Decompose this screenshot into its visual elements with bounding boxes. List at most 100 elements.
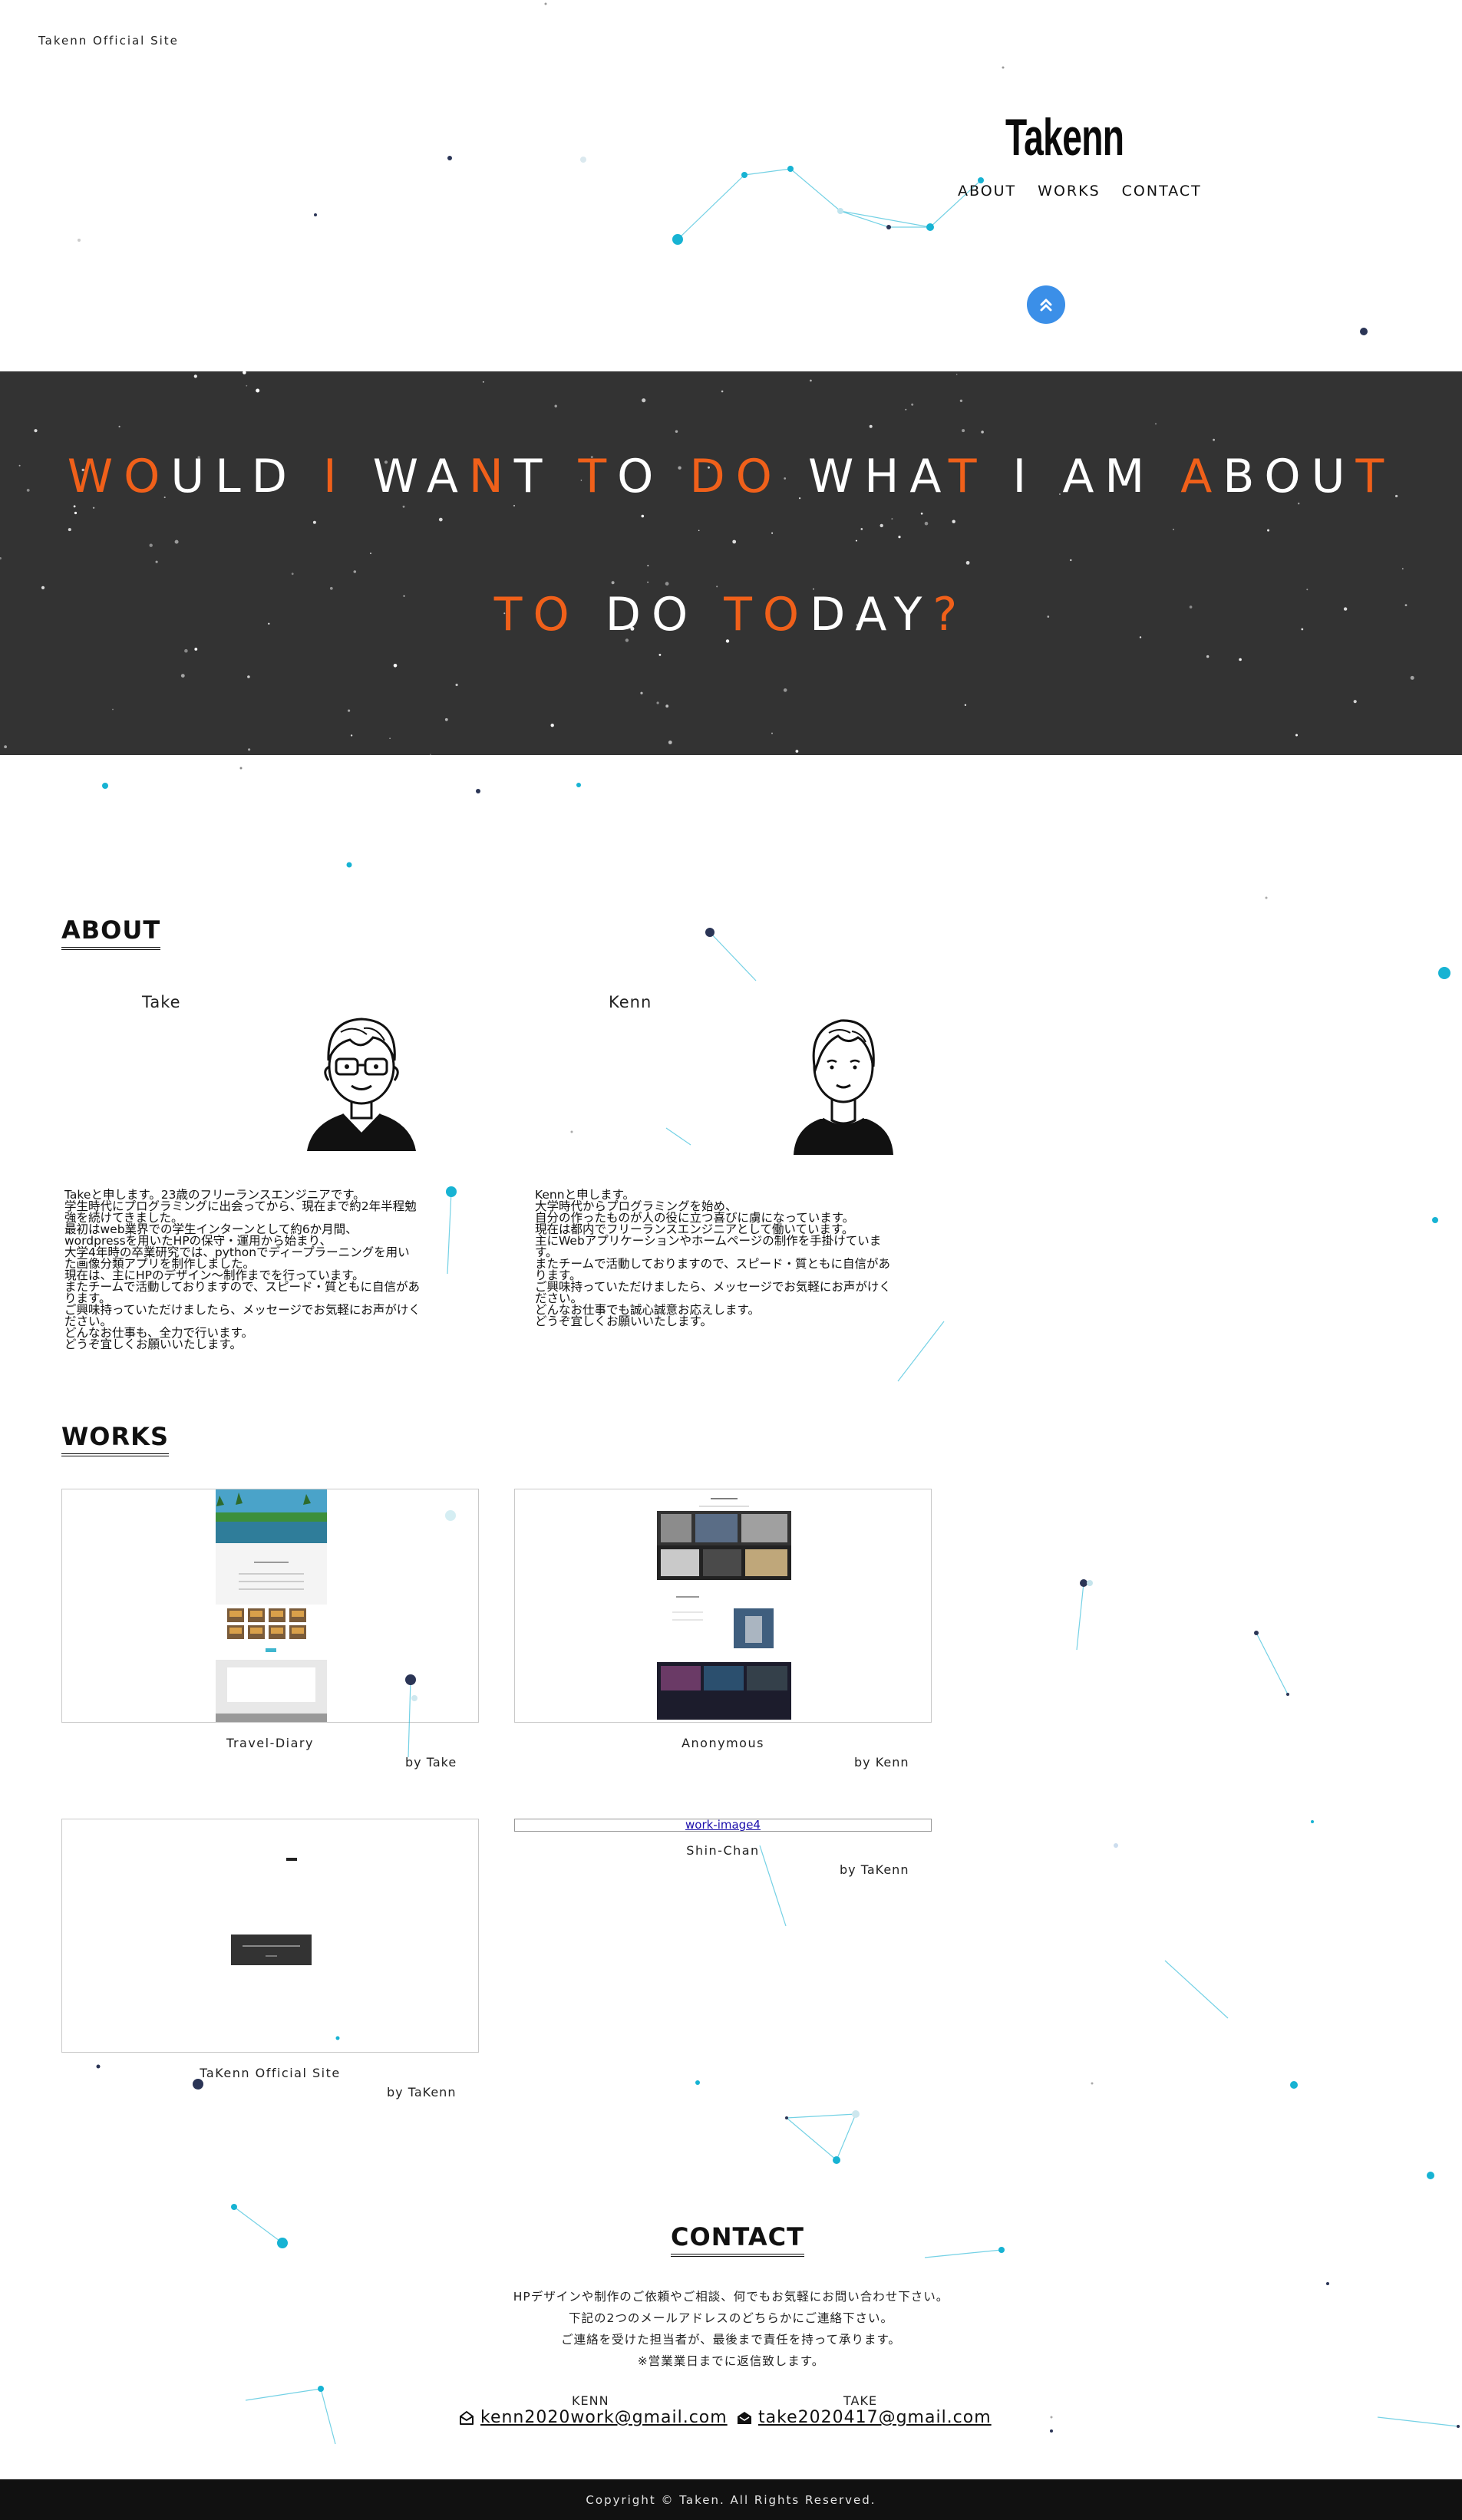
particle-dot [277, 2238, 288, 2248]
star [1239, 658, 1242, 661]
star [118, 425, 120, 427]
hero-letter: O [1264, 450, 1312, 503]
particle-dot [231, 2204, 237, 2210]
star [611, 581, 615, 585]
nav-contact[interactable]: CONTACT [1122, 183, 1202, 200]
star [1410, 675, 1414, 680]
hero-letter [987, 450, 1012, 503]
particle-dot [476, 789, 480, 793]
star [312, 520, 316, 524]
work-image-link[interactable]: work-image4 [685, 1818, 761, 1832]
star [911, 403, 914, 406]
site-logo[interactable]: Takenn [1005, 107, 1144, 170]
logo-text: Takenn [1005, 108, 1124, 167]
star [149, 543, 153, 547]
star [430, 754, 431, 755]
particle-dot [580, 157, 586, 163]
hero-letter: I [1012, 450, 1038, 503]
star [891, 518, 893, 520]
hero-letter: T [948, 450, 988, 503]
particle-dot [78, 239, 81, 242]
star [869, 424, 873, 428]
star [1295, 734, 1298, 737]
star [920, 513, 923, 515]
hero-letter: T [724, 588, 763, 642]
particle-dot [1326, 2282, 1329, 2285]
star [964, 704, 967, 706]
hero-letter: Y [893, 588, 933, 642]
star [455, 683, 458, 687]
particle-dot [1002, 66, 1005, 69]
work-card-travel-diary[interactable] [61, 1489, 479, 1723]
particle-dot [1438, 967, 1450, 979]
hero-letter: O [762, 588, 810, 642]
particle-dot [102, 783, 108, 789]
star [698, 529, 700, 532]
star [0, 557, 2, 560]
work-thumbnail-takenn-official-site [231, 1858, 312, 1965]
hero-letter [348, 450, 373, 503]
hero-letter: T [493, 588, 533, 642]
star [389, 737, 391, 739]
work-author-anonymous: by Kenn [854, 1755, 909, 1770]
particle-dot [1050, 2416, 1053, 2419]
hero-letter: A [1062, 450, 1105, 503]
contact-email-kenn[interactable]: kenn2020work@gmail.com [459, 2408, 728, 2427]
contact-line: ご連絡を受けた担当者が、最後まで責任を持って承ります。 [561, 2333, 901, 2347]
take-profile-text: Takeと申します。23歳のフリーランスエンジニアです。 学生時代にプログラミン… [64, 1188, 421, 1351]
contact-line: ※営業業日までに返信致します。 [637, 2354, 825, 2368]
hero-letter: O [124, 450, 171, 503]
copyright-text: Copyright © Taken. All Rights Reserved. [586, 2492, 876, 2507]
contact-label-kenn: KENN [572, 2393, 609, 2408]
particle-dot [833, 2156, 840, 2164]
star [438, 517, 443, 522]
contact-email-take-text: take2020417@gmail.com [758, 2408, 992, 2427]
hero-letter [553, 450, 578, 503]
star [1401, 568, 1404, 570]
star [92, 506, 95, 509]
particle-dot [741, 172, 748, 178]
star [248, 748, 251, 751]
star [184, 648, 188, 653]
work-author-shin-chan: by TaKenn [840, 1862, 909, 1877]
star [732, 539, 737, 544]
work-card-takenn-official-site[interactable] [61, 1819, 479, 2053]
work-title-takenn-official-site: TaKenn Official Site [200, 2066, 341, 2080]
particle-dot [239, 767, 243, 770]
particle-dot [1457, 2425, 1460, 2428]
particle-dot [318, 2386, 324, 2392]
particle-dot [998, 2247, 1005, 2253]
hero-letter: A [1180, 450, 1223, 503]
hero-letter: W [67, 450, 124, 503]
hero-letter: O [617, 450, 665, 503]
contact-email-kenn-text: kenn2020work@gmail.com [480, 2408, 728, 2427]
nav-works[interactable]: WORKS [1038, 183, 1100, 200]
contact-email-take[interactable]: take2020417@gmail.com [737, 2408, 992, 2427]
star [1213, 438, 1215, 441]
hero-letter: A [909, 450, 949, 503]
work-thumbnail-anonymous [657, 1498, 791, 1720]
take-name: Take [142, 993, 181, 1011]
scroll-top-button[interactable] [1027, 285, 1065, 324]
nav-about[interactable]: ABOUT [958, 183, 1016, 200]
star [959, 399, 963, 402]
particle-dot [346, 862, 352, 868]
particle-dot [1360, 328, 1368, 335]
star [955, 374, 958, 375]
hero-letter: U [1311, 450, 1356, 503]
particle-dot [926, 223, 934, 231]
star [1070, 559, 1072, 562]
star [246, 384, 248, 387]
star [898, 536, 901, 539]
particle-dot [1091, 2082, 1094, 2085]
footer: Copyright © Taken. All Rights Reserved. [0, 2479, 1462, 2520]
star [641, 514, 645, 518]
work-image-placeholder-shin-chan[interactable]: work-image4 [514, 1819, 932, 1832]
star [1206, 655, 1210, 658]
star [783, 688, 787, 692]
work-card-anonymous[interactable] [514, 1489, 932, 1723]
star [1154, 423, 1157, 425]
star [981, 430, 984, 434]
contact-label-take: TAKE [843, 2393, 878, 2408]
hero-letter [783, 450, 808, 503]
